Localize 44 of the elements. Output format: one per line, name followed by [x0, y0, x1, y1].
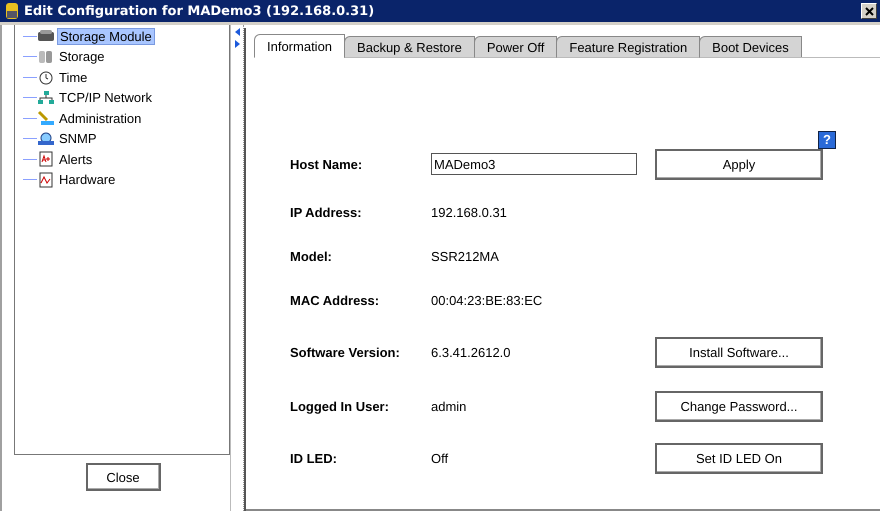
field-label: ID LED:	[290, 450, 338, 466]
time-icon	[37, 69, 55, 86]
action-button[interactable]: Set ID LED On	[655, 442, 823, 474]
host-name-field[interactable]: MADemo3	[431, 153, 637, 175]
tab[interactable]: Boot Devices	[699, 36, 802, 58]
tree-item[interactable]: Administration	[57, 110, 144, 126]
field-value: 192.168.0.31	[431, 204, 507, 220]
action-button[interactable]: Apply	[655, 148, 823, 180]
field-label: IP Address:	[290, 204, 363, 220]
splitter[interactable]	[230, 25, 244, 511]
close-button[interactable]	[861, 3, 877, 19]
field-label: Software Version:	[290, 344, 401, 360]
server-icon	[4, 2, 20, 20]
close-icon	[864, 6, 874, 16]
field-label: Model:	[290, 248, 333, 264]
field-value: admin	[431, 398, 466, 414]
action-button[interactable]: Change Password...	[655, 390, 823, 422]
window-title: Edit Configuration for MADemo3 (192.168.0.31)	[24, 4, 374, 18]
field-label: Logged In User:	[290, 398, 390, 414]
help-icon[interactable]: ?	[818, 131, 836, 149]
field-value: SSR212MA	[431, 248, 499, 264]
tree-item[interactable]: SNMP	[57, 131, 99, 146]
tab[interactable]: Feature Registration	[556, 36, 700, 58]
tree-item[interactable]: Alerts	[57, 152, 94, 167]
field-value: 00:04:23:BE:83:EC	[431, 292, 542, 308]
tree-item[interactable]: Time	[57, 70, 90, 85]
field-value: 6.3.41.2612.0	[431, 344, 511, 360]
tab[interactable]: Information	[254, 34, 346, 58]
alerts-icon	[37, 151, 55, 168]
hardware-icon	[37, 172, 55, 188]
tree-item[interactable]: Storage	[57, 49, 107, 64]
action-button[interactable]: Install Software...	[655, 336, 823, 368]
collapse-arrows-icon	[234, 27, 240, 49]
tab[interactable]: Backup & Restore	[344, 36, 475, 58]
field-label: Host Name:	[290, 156, 364, 172]
tab[interactable]: Power Off	[474, 36, 558, 58]
field-value: Off	[431, 450, 448, 466]
field-label: MAC Address:	[290, 292, 380, 308]
storage-icon	[37, 48, 55, 65]
tree-item[interactable]: Storage Module	[57, 28, 155, 45]
tree-item[interactable]: Hardware	[57, 172, 118, 188]
tree-item[interactable]: TCP/IP Network	[57, 90, 154, 106]
close-button[interactable]: Close	[86, 463, 160, 491]
network-icon	[37, 90, 55, 106]
